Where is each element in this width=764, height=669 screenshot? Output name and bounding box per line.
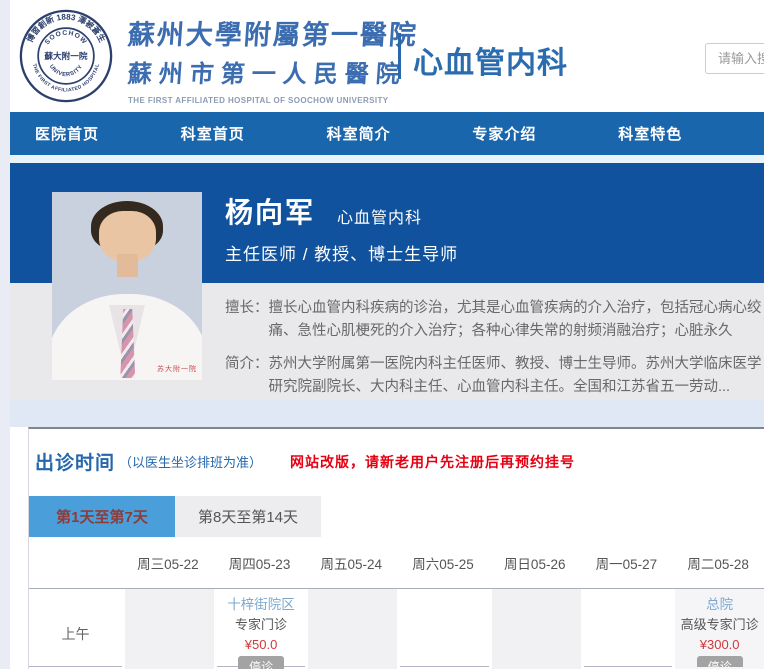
main-nav: 医院首页 科室首页 科室简介 专家介绍 科室特色 [10, 112, 764, 155]
doctor-heading: 杨向军 心血管内科 [225, 191, 422, 231]
hospital-name-english: THE FIRST AFFILIATED HOSPITAL OF SOOCHOW… [128, 96, 418, 105]
nav-item-experts[interactable]: 专家介绍 [472, 123, 618, 144]
hospital-link[interactable]: 十梓街院区 [217, 595, 306, 615]
doctor-titles: 主任医师 / 教授、博士生导师 [225, 240, 458, 265]
nav-gap [10, 155, 764, 163]
day-header: 周二05-28 [672, 553, 764, 573]
schedule-cell-empty [489, 589, 581, 669]
bio-row: 简介： 苏州大学附属第一医院内科主任医师、教授、博士生导师。苏州大学临床医学研究… [225, 353, 764, 400]
hospital-name-line1: 蘇州大學附屬第一醫院 [127, 13, 420, 52]
doctor-profile-card: 苏大附一院 杨向军 心血管内科 主任医师 / 教授、博士生导师 擅长： 擅长心血… [10, 163, 764, 400]
seal-center-text: 蘇大附一院 [43, 50, 88, 61]
schedule-cell-empty [122, 589, 214, 669]
day-header: 周三05-22 [122, 553, 214, 573]
doctor-department: 心血管内科 [337, 204, 422, 231]
schedule-title: 出诊时间 [35, 448, 115, 475]
clinic-type: 高级专家门诊 [675, 615, 764, 635]
time-slot-label: 上午 [29, 589, 122, 669]
photo-watermark: 苏大附一院 [157, 364, 197, 374]
hospital-link[interactable]: 总院 [675, 595, 764, 615]
schedule-cell-empty [581, 589, 673, 669]
photo-neck-shape [117, 254, 138, 277]
section-spacer-band [10, 400, 764, 427]
nav-item-dept-home[interactable]: 科室首页 [181, 123, 327, 144]
day-header: 周四05-23 [214, 553, 306, 573]
doctor-bio-block: 擅长： 擅长心血管内科疾病的诊治，尤其是心血管疾病的介入治疗，包括冠心病心绞痛、… [225, 297, 764, 400]
tab-days-8-14[interactable]: 第8天至第14天 [175, 496, 321, 537]
hospital-name-line2: 蘇州市第一人民醫院 [127, 54, 419, 89]
specialty-label: 擅长： [225, 297, 269, 344]
schedule-header: 出诊时间 （以医生坐诊排班为准） 网站改版，请新老用户先注册后再预约挂号 [29, 429, 764, 475]
schedule-tabs: 第1天至第7天 第8天至第14天 [29, 496, 764, 537]
schedule-title-note: （以医生坐诊排班为准） [119, 452, 262, 471]
schedule-cell-zongyuan: 总院 高级专家门诊 ¥300.0 停诊 [672, 589, 764, 669]
search-input[interactable] [705, 43, 764, 74]
title-divider [398, 33, 401, 79]
day-header: 周五05-24 [305, 553, 397, 573]
day-header: 周日05-26 [489, 553, 581, 573]
day-header: 周六05-25 [397, 553, 489, 573]
specialty-text: 擅长心血管内科疾病的诊治，尤其是心血管疾病的介入治疗，包括冠心病心绞痛、急性心肌… [269, 297, 764, 344]
schedule-panel: 出诊时间 （以医生坐诊排班为准） 网站改版，请新老用户先注册后再预约挂号 第1天… [28, 427, 764, 669]
department-title: 心血管内科 [413, 38, 568, 82]
nav-item-hospital-home[interactable]: 医院首页 [35, 123, 181, 144]
schedule-cell-empty [305, 589, 397, 669]
schedule-cell-empty [397, 589, 489, 669]
page-left-margin [0, 0, 10, 669]
bio-label: 简介： [225, 353, 269, 400]
schedule-table-header: 周三05-22 周四05-23 周五05-24 周六05-25 周日05-26 … [29, 537, 764, 589]
hospital-seal-logo: 博習創新 1883 澤被蒼生 THE FIRST AFFILIATED HOSP… [18, 8, 114, 104]
schedule-notice: 网站改版，请新老用户先注册后再预约挂号 [290, 452, 575, 472]
fee-amount: ¥300.0 [675, 635, 764, 655]
nav-item-dept-features[interactable]: 科室特色 [618, 123, 764, 144]
nav-item-dept-intro[interactable]: 科室简介 [327, 123, 473, 144]
bio-text: 苏州大学附属第一医院内科主任医师、教授、博士生导师。苏州大学临床医学研究院副院长… [269, 353, 764, 400]
doctor-photo: 苏大附一院 [52, 192, 202, 380]
site-header: 博習創新 1883 澤被蒼生 THE FIRST AFFILIATED HOSP… [10, 0, 764, 112]
doctor-name: 杨向军 [225, 191, 315, 231]
specialty-row: 擅长： 擅长心血管内科疾病的诊治，尤其是心血管疾病的介入治疗，包括冠心病心绞痛、… [225, 297, 764, 344]
fee-amount: ¥50.0 [217, 635, 306, 655]
clinic-type: 专家门诊 [217, 615, 306, 635]
tab-days-1-7[interactable]: 第1天至第7天 [29, 496, 175, 537]
day-header: 周一05-27 [581, 553, 673, 573]
schedule-cell-shizijie: 十梓街院区 专家门诊 ¥50.0 停诊 [214, 589, 306, 669]
schedule-row-morning: 上午 十梓街院区 专家门诊 ¥50.0 停诊 总院 高级专家门诊 ¥300.0 … [29, 589, 764, 667]
hospital-brand: 蘇州大學附屬第一醫院 蘇州市第一人民醫院 THE FIRST AFFILIATE… [128, 13, 418, 105]
